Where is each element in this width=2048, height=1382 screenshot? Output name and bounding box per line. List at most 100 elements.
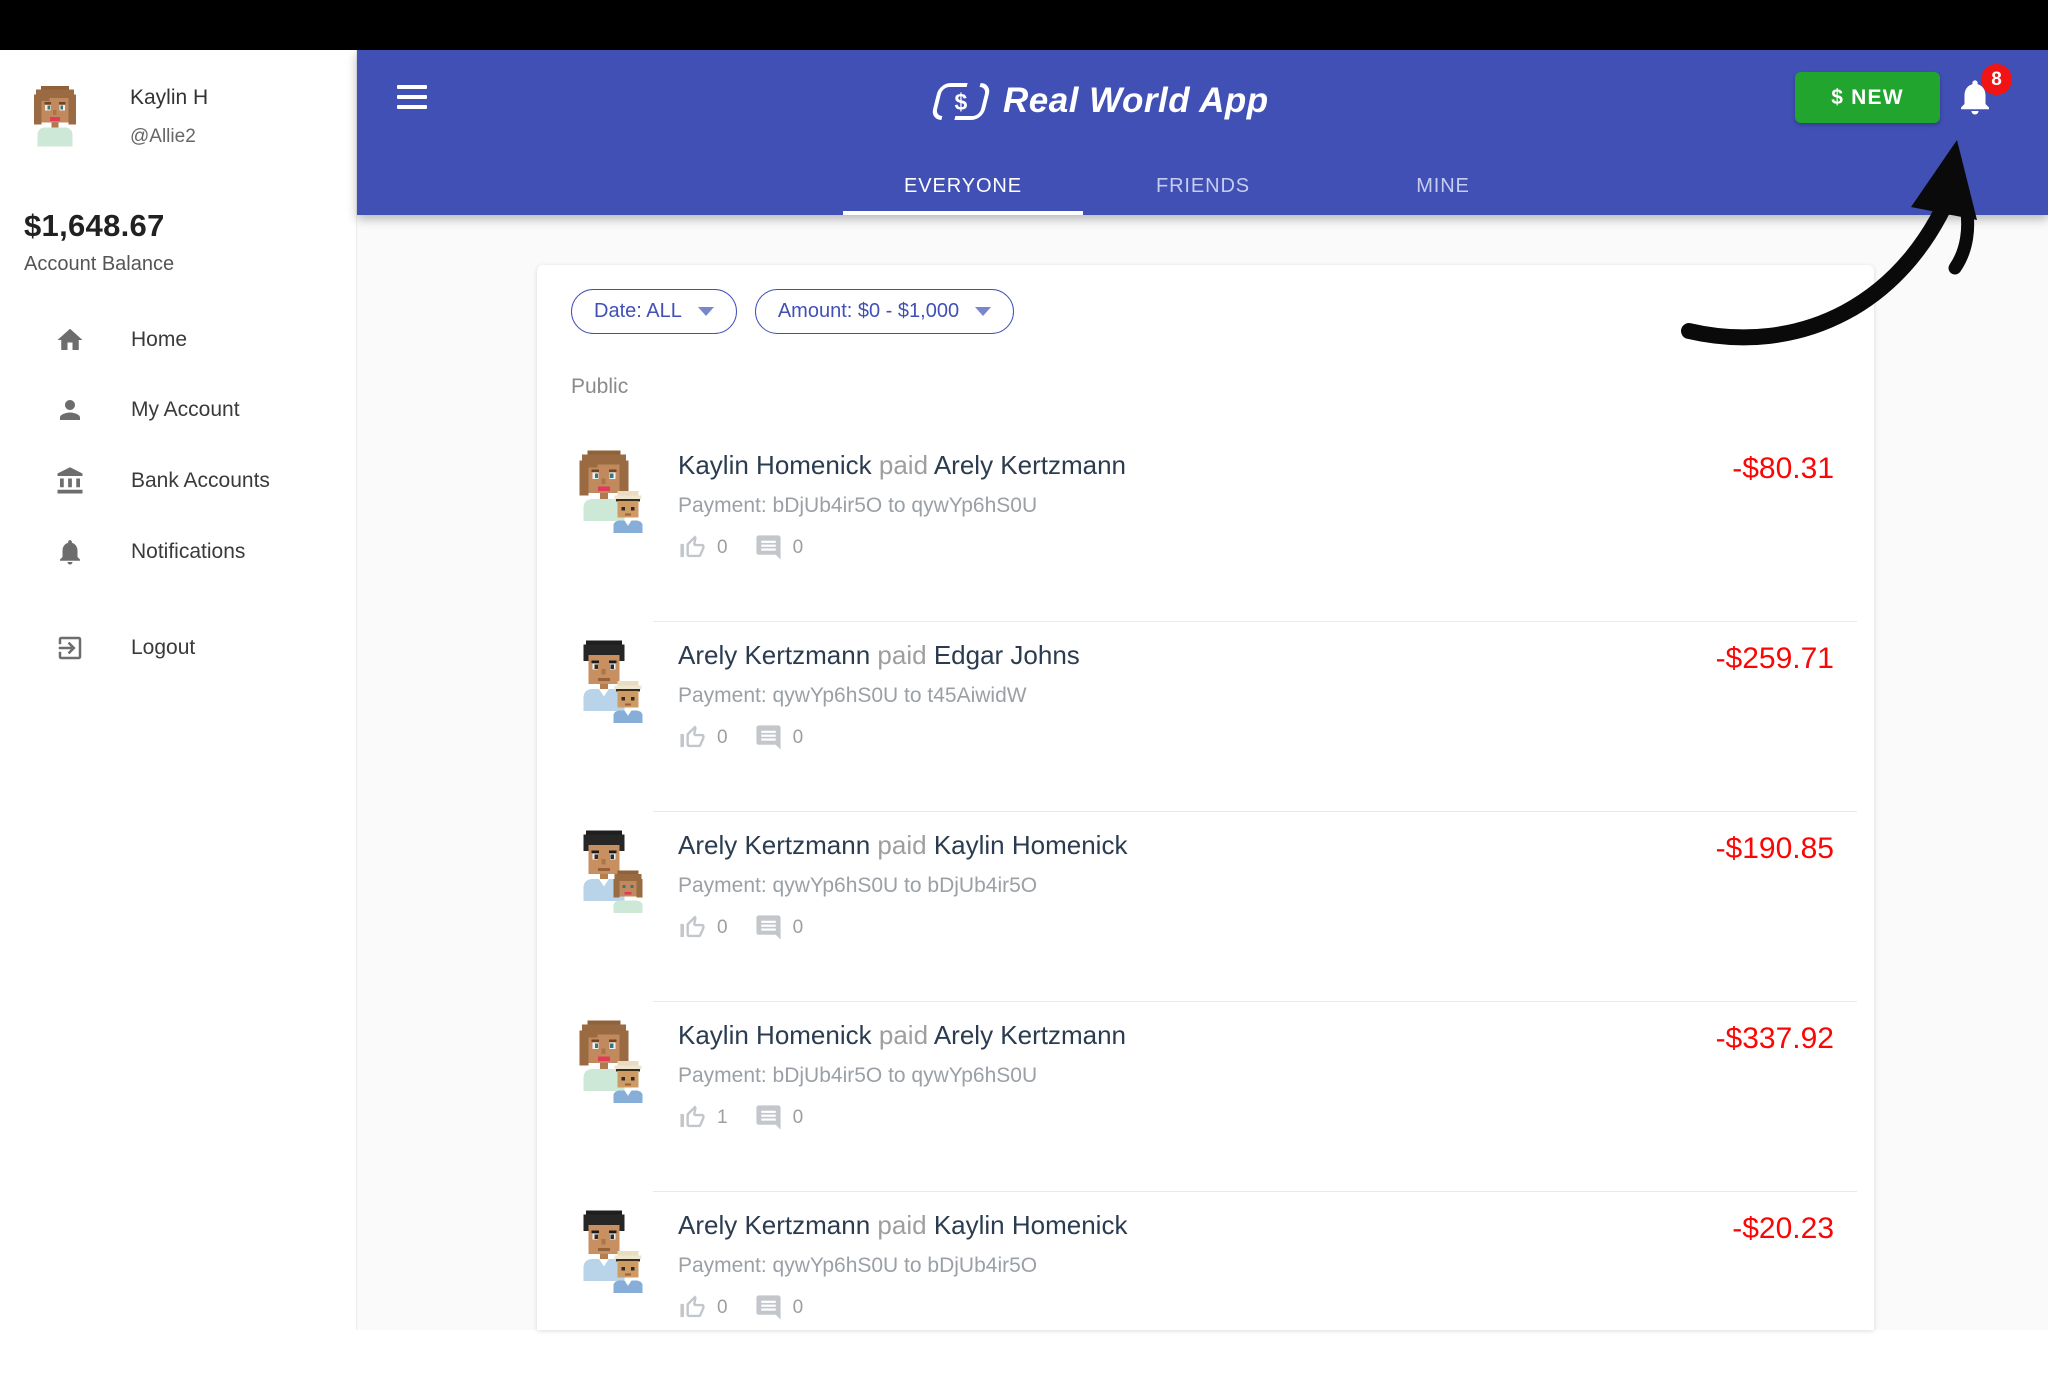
comment-count: 0: [792, 1296, 804, 1318]
transaction-row[interactable]: Kaylin Homenick paid Arely Kertzmann Pay…: [537, 1002, 1874, 1192]
action-text: paid: [877, 830, 927, 860]
sidebar-item-bank-accounts[interactable]: Bank Accounts: [0, 452, 356, 510]
user-username: @Allie2: [130, 126, 196, 147]
comment-icon[interactable]: [754, 1293, 783, 1322]
receiver-name[interactable]: Edgar Johns: [934, 640, 1080, 670]
feed-section-label: Public: [571, 375, 629, 398]
comment-icon[interactable]: [754, 913, 783, 942]
tab-everyone[interactable]: EVERYONE: [843, 159, 1083, 215]
dollar-brackets-icon: $: [930, 81, 992, 121]
comment-count: 0: [792, 536, 804, 558]
like-count: 1: [717, 1106, 728, 1128]
sender-name[interactable]: Arely Kertzmann: [678, 1210, 870, 1240]
transaction-avatar: [571, 638, 643, 724]
receiver-name[interactable]: Kaylin Homenick: [934, 830, 1128, 860]
sender-name[interactable]: Kaylin Homenick: [678, 450, 872, 480]
transaction-description: Payment: bDjUb4ir5O to qywYp6hS0U: [678, 1064, 1038, 1087]
comment-icon[interactable]: [754, 723, 783, 752]
thumbs-up-icon[interactable]: [678, 1103, 707, 1132]
sidebar-item-home[interactable]: Home: [0, 311, 356, 369]
receiver-name[interactable]: Arely Kertzmann: [934, 1020, 1126, 1050]
comment-icon[interactable]: [754, 1103, 783, 1132]
like-count: 0: [717, 536, 728, 558]
notification-count-badge: 8: [1981, 64, 2012, 95]
sidebar-item-my-account[interactable]: My Account: [0, 381, 356, 439]
transaction-amount: -$259.71: [1715, 642, 1834, 675]
transaction-social-row: 0 0: [678, 1293, 1127, 1322]
action-text: paid: [877, 640, 927, 670]
transaction-avatar: [571, 828, 643, 914]
transaction-title: Arely Kertzmann paid Kaylin Homenick: [678, 1210, 1127, 1241]
transaction-description: Payment: bDjUb4ir5O to qywYp6hS0U: [678, 494, 1038, 517]
transaction-amount: -$190.85: [1715, 832, 1834, 865]
hamburger-menu-icon[interactable]: [397, 85, 427, 109]
tab-mine[interactable]: MINE: [1323, 159, 1563, 215]
transaction-amount: -$337.92: [1715, 1022, 1834, 1055]
receiver-avatar: [613, 1061, 643, 1104]
notifications-bell-button[interactable]: 8: [1954, 64, 2012, 124]
transaction-avatar: [571, 1208, 643, 1294]
thumbs-up-icon[interactable]: [678, 1293, 707, 1322]
transaction-row[interactable]: Arely Kertzmann paid Kaylin Homenick Pay…: [537, 812, 1874, 1002]
sidebar: Kaylin H @Allie2 $1,648.67 Account Balan…: [0, 50, 357, 1330]
transaction-row[interactable]: Arely Kertzmann paid Edgar Johns Payment…: [537, 622, 1874, 812]
action-text: paid: [878, 1020, 929, 1050]
sender-name[interactable]: Arely Kertzmann: [678, 830, 870, 860]
comment-count: 0: [792, 1106, 804, 1128]
chevron-down-icon: [975, 307, 992, 316]
action-text: paid: [877, 1210, 927, 1240]
transaction-row[interactable]: Arely Kertzmann paid Kaylin Homenick Pay…: [537, 1192, 1874, 1382]
account-balance-amount: $1,648.67: [24, 208, 165, 243]
amount-filter-label: Amount: $0 - $1,000: [777, 300, 960, 322]
sender-name[interactable]: Arely Kertzmann: [678, 640, 870, 670]
transaction-description: Payment: qywYp6hS0U to bDjUb4ir5O: [678, 874, 1038, 897]
transaction-title: Arely Kertzmann paid Edgar Johns: [678, 640, 1080, 671]
transaction-row[interactable]: Kaylin Homenick paid Arely Kertzmann Pay…: [537, 432, 1874, 622]
filter-chips: Date: ALL Amount: $0 - $1,000: [571, 289, 1015, 334]
receiver-avatar: [613, 491, 643, 534]
account-balance-label: Account Balance: [24, 253, 175, 275]
logout-icon: [58, 636, 82, 660]
transaction-social-row: 0 0: [678, 723, 1080, 752]
sidebar-item-notifications[interactable]: Notifications: [0, 523, 356, 581]
transaction-description: Payment: qywYp6hS0U to bDjUb4ir5O: [678, 1254, 1038, 1277]
comment-count: 0: [792, 726, 804, 748]
amount-filter-chip[interactable]: Amount: $0 - $1,000: [754, 289, 1015, 334]
transaction-title: Kaylin Homenick paid Arely Kertzmann: [678, 450, 1126, 481]
like-count: 0: [717, 916, 728, 938]
chevron-down-icon: [697, 307, 714, 316]
transaction-list: Kaylin Homenick paid Arely Kertzmann Pay…: [537, 432, 1874, 1382]
bell-icon: [60, 540, 80, 565]
receiver-avatar: [613, 870, 643, 914]
date-filter-chip[interactable]: Date: ALL: [571, 289, 737, 334]
new-transaction-button[interactable]: $ NEW: [1795, 72, 1940, 123]
transaction-social-row: 0 0: [678, 533, 1126, 562]
action-text: paid: [878, 450, 929, 480]
thumbs-up-icon[interactable]: [678, 723, 707, 752]
sender-name[interactable]: Kaylin Homenick: [678, 1020, 872, 1050]
like-count: 0: [717, 1296, 728, 1318]
sidebar-item-label: Home: [131, 328, 188, 351]
receiver-name[interactable]: Arely Kertzmann: [934, 450, 1126, 480]
sidebar-item-logout[interactable]: Logout: [0, 619, 356, 677]
user-avatar: [34, 86, 76, 147]
receiver-avatar: [613, 681, 643, 724]
transaction-amount: -$80.31: [1732, 452, 1834, 485]
logo-dollar-glyph: $: [954, 88, 968, 114]
transaction-avatar: [571, 1018, 643, 1104]
comment-count: 0: [792, 916, 804, 938]
person-icon: [60, 400, 80, 420]
sidebar-item-label: Bank Accounts: [131, 469, 270, 492]
bank-icon: [57, 467, 83, 494]
transaction-avatar: [571, 448, 643, 534]
receiver-name[interactable]: Kaylin Homenick: [934, 1210, 1128, 1240]
receiver-avatar: [613, 1251, 643, 1294]
transaction-amount: -$20.23: [1732, 1212, 1834, 1245]
thumbs-up-icon[interactable]: [678, 533, 707, 562]
sidebar-item-label: My Account: [131, 398, 240, 421]
comment-icon[interactable]: [754, 533, 783, 562]
thumbs-up-icon[interactable]: [678, 913, 707, 942]
tab-friends[interactable]: FRIENDS: [1083, 159, 1323, 215]
transaction-social-row: 0 0: [678, 913, 1127, 942]
transactions-card: Date: ALL Amount: $0 - $1,000 Public Kay…: [537, 265, 1874, 1330]
